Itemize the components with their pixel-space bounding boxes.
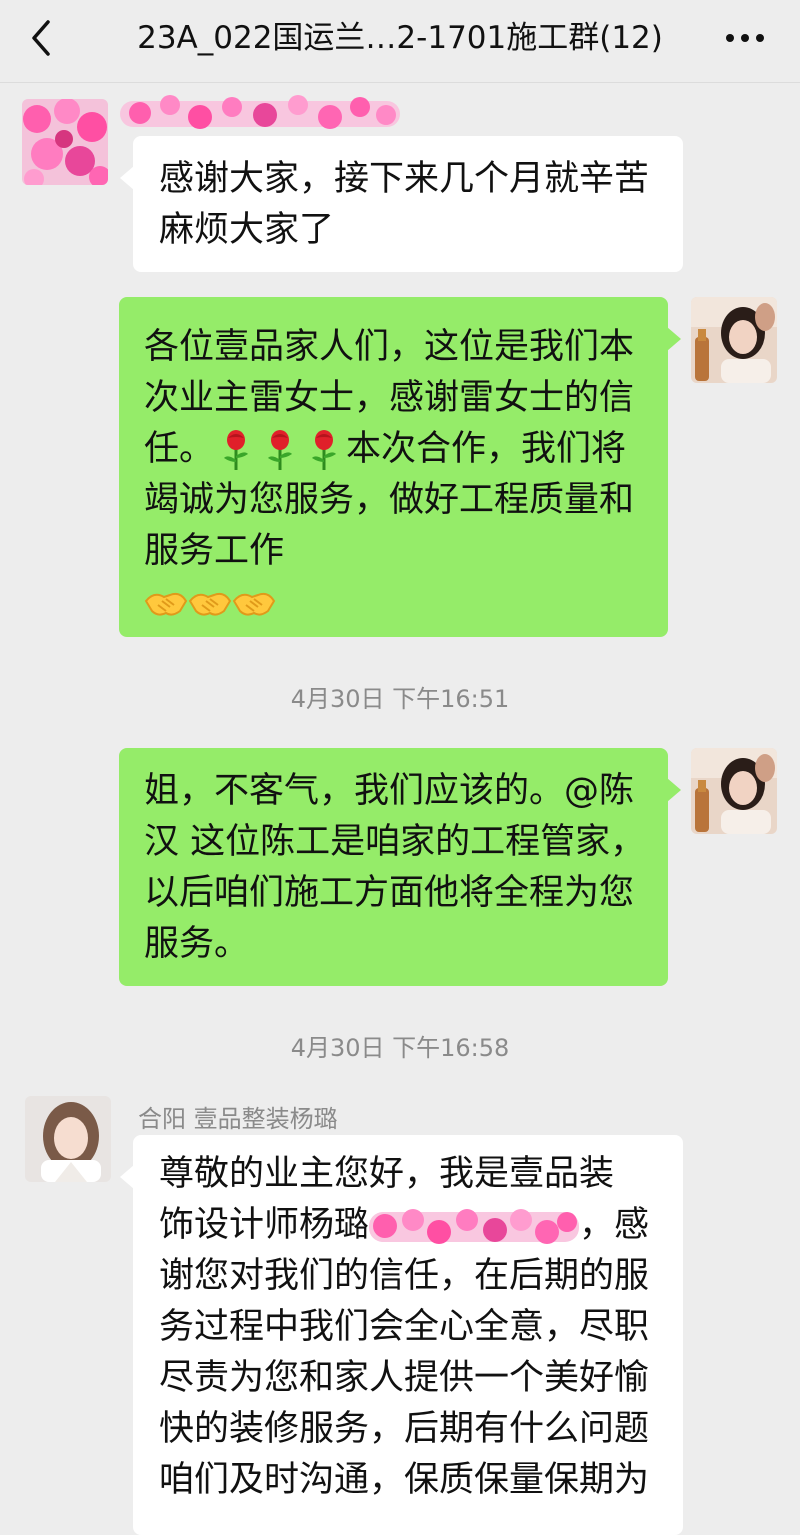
rose-icon — [214, 429, 258, 470]
handshake-emoji-row — [144, 577, 664, 623]
bubble-tail — [667, 778, 681, 802]
timestamp: 4月30日 下午16:51 — [290, 685, 510, 713]
back-button[interactable] — [22, 16, 66, 60]
sender-avatar[interactable] — [25, 1096, 111, 1182]
message-bubble-incoming[interactable]: 感谢大家，接下来几个月就辛苦 麻烦大家了 — [120, 136, 683, 272]
message-text: 姐，不客气，我们应该的。@陈 汉 这位陈工是咱家的工程管家， 以后咱们施工方面他… — [144, 771, 646, 964]
obscured-text-sticker — [369, 1204, 580, 1248]
sender-avatar-obscured[interactable] — [22, 99, 108, 185]
self-avatar[interactable] — [691, 297, 777, 383]
obscured-sender-name — [120, 91, 400, 133]
timestamp: 4月30日 下午16:58 — [290, 1034, 510, 1062]
message-bubble-outgoing[interactable]: 姐，不客气，我们应该的。@陈 汉 这位陈工是咱家的工程管家， 以后咱们施工方面他… — [119, 748, 681, 986]
bubble-tail — [120, 1165, 134, 1189]
bubble-tail — [120, 166, 134, 190]
chat-title: 23A_022国运兰…2-1701施工群(12) — [137, 20, 663, 56]
chat-header: 23A_022国运兰…2-1701施工群(12) — [0, 0, 800, 83]
message-text: ，感 — [579, 1205, 650, 1245]
handshake-icon — [188, 582, 232, 622]
self-avatar[interactable] — [691, 748, 777, 834]
more-button[interactable] — [720, 16, 770, 60]
sender-name: 合阳 壹品整装杨璐 — [138, 1105, 338, 1133]
bubble-tail — [667, 327, 681, 351]
chevron-left-icon — [22, 16, 66, 60]
message-text: 本次合作，我们将 — [346, 429, 627, 469]
rose-icon — [302, 429, 346, 470]
ellipsis-icon — [720, 34, 770, 64]
handshake-icon — [144, 582, 188, 622]
message-text: 谢您对我们的信任，在后期的服 务过程中我们会全心全意，尽职 尽责为您和家人提供一… — [159, 1256, 650, 1500]
rose-icon — [258, 429, 302, 470]
message-bubble-outgoing[interactable]: 各位壹品家人们，这位是我们本 次业主雷女士，感谢雷女士的信 任。 本次合作，我们将… — [119, 297, 681, 637]
message-bubble-incoming[interactable]: 尊敬的业主您好，我是壹品装 饰设计师杨璐 ，感 谢您对我们的信任，在后期的服 务过… — [120, 1135, 683, 1535]
message-text: 竭诚为您服务，做好工程质量和 服务工作 — [144, 480, 635, 571]
message-text: 感谢大家，接下来几个月就辛苦 麻烦大家了 — [159, 159, 650, 250]
message-list[interactable]: 感谢大家，接下来几个月就辛苦 麻烦大家了 各位壹品家人们，这位是我们本 次业主雷… — [0, 83, 800, 1535]
handshake-icon — [232, 582, 276, 622]
